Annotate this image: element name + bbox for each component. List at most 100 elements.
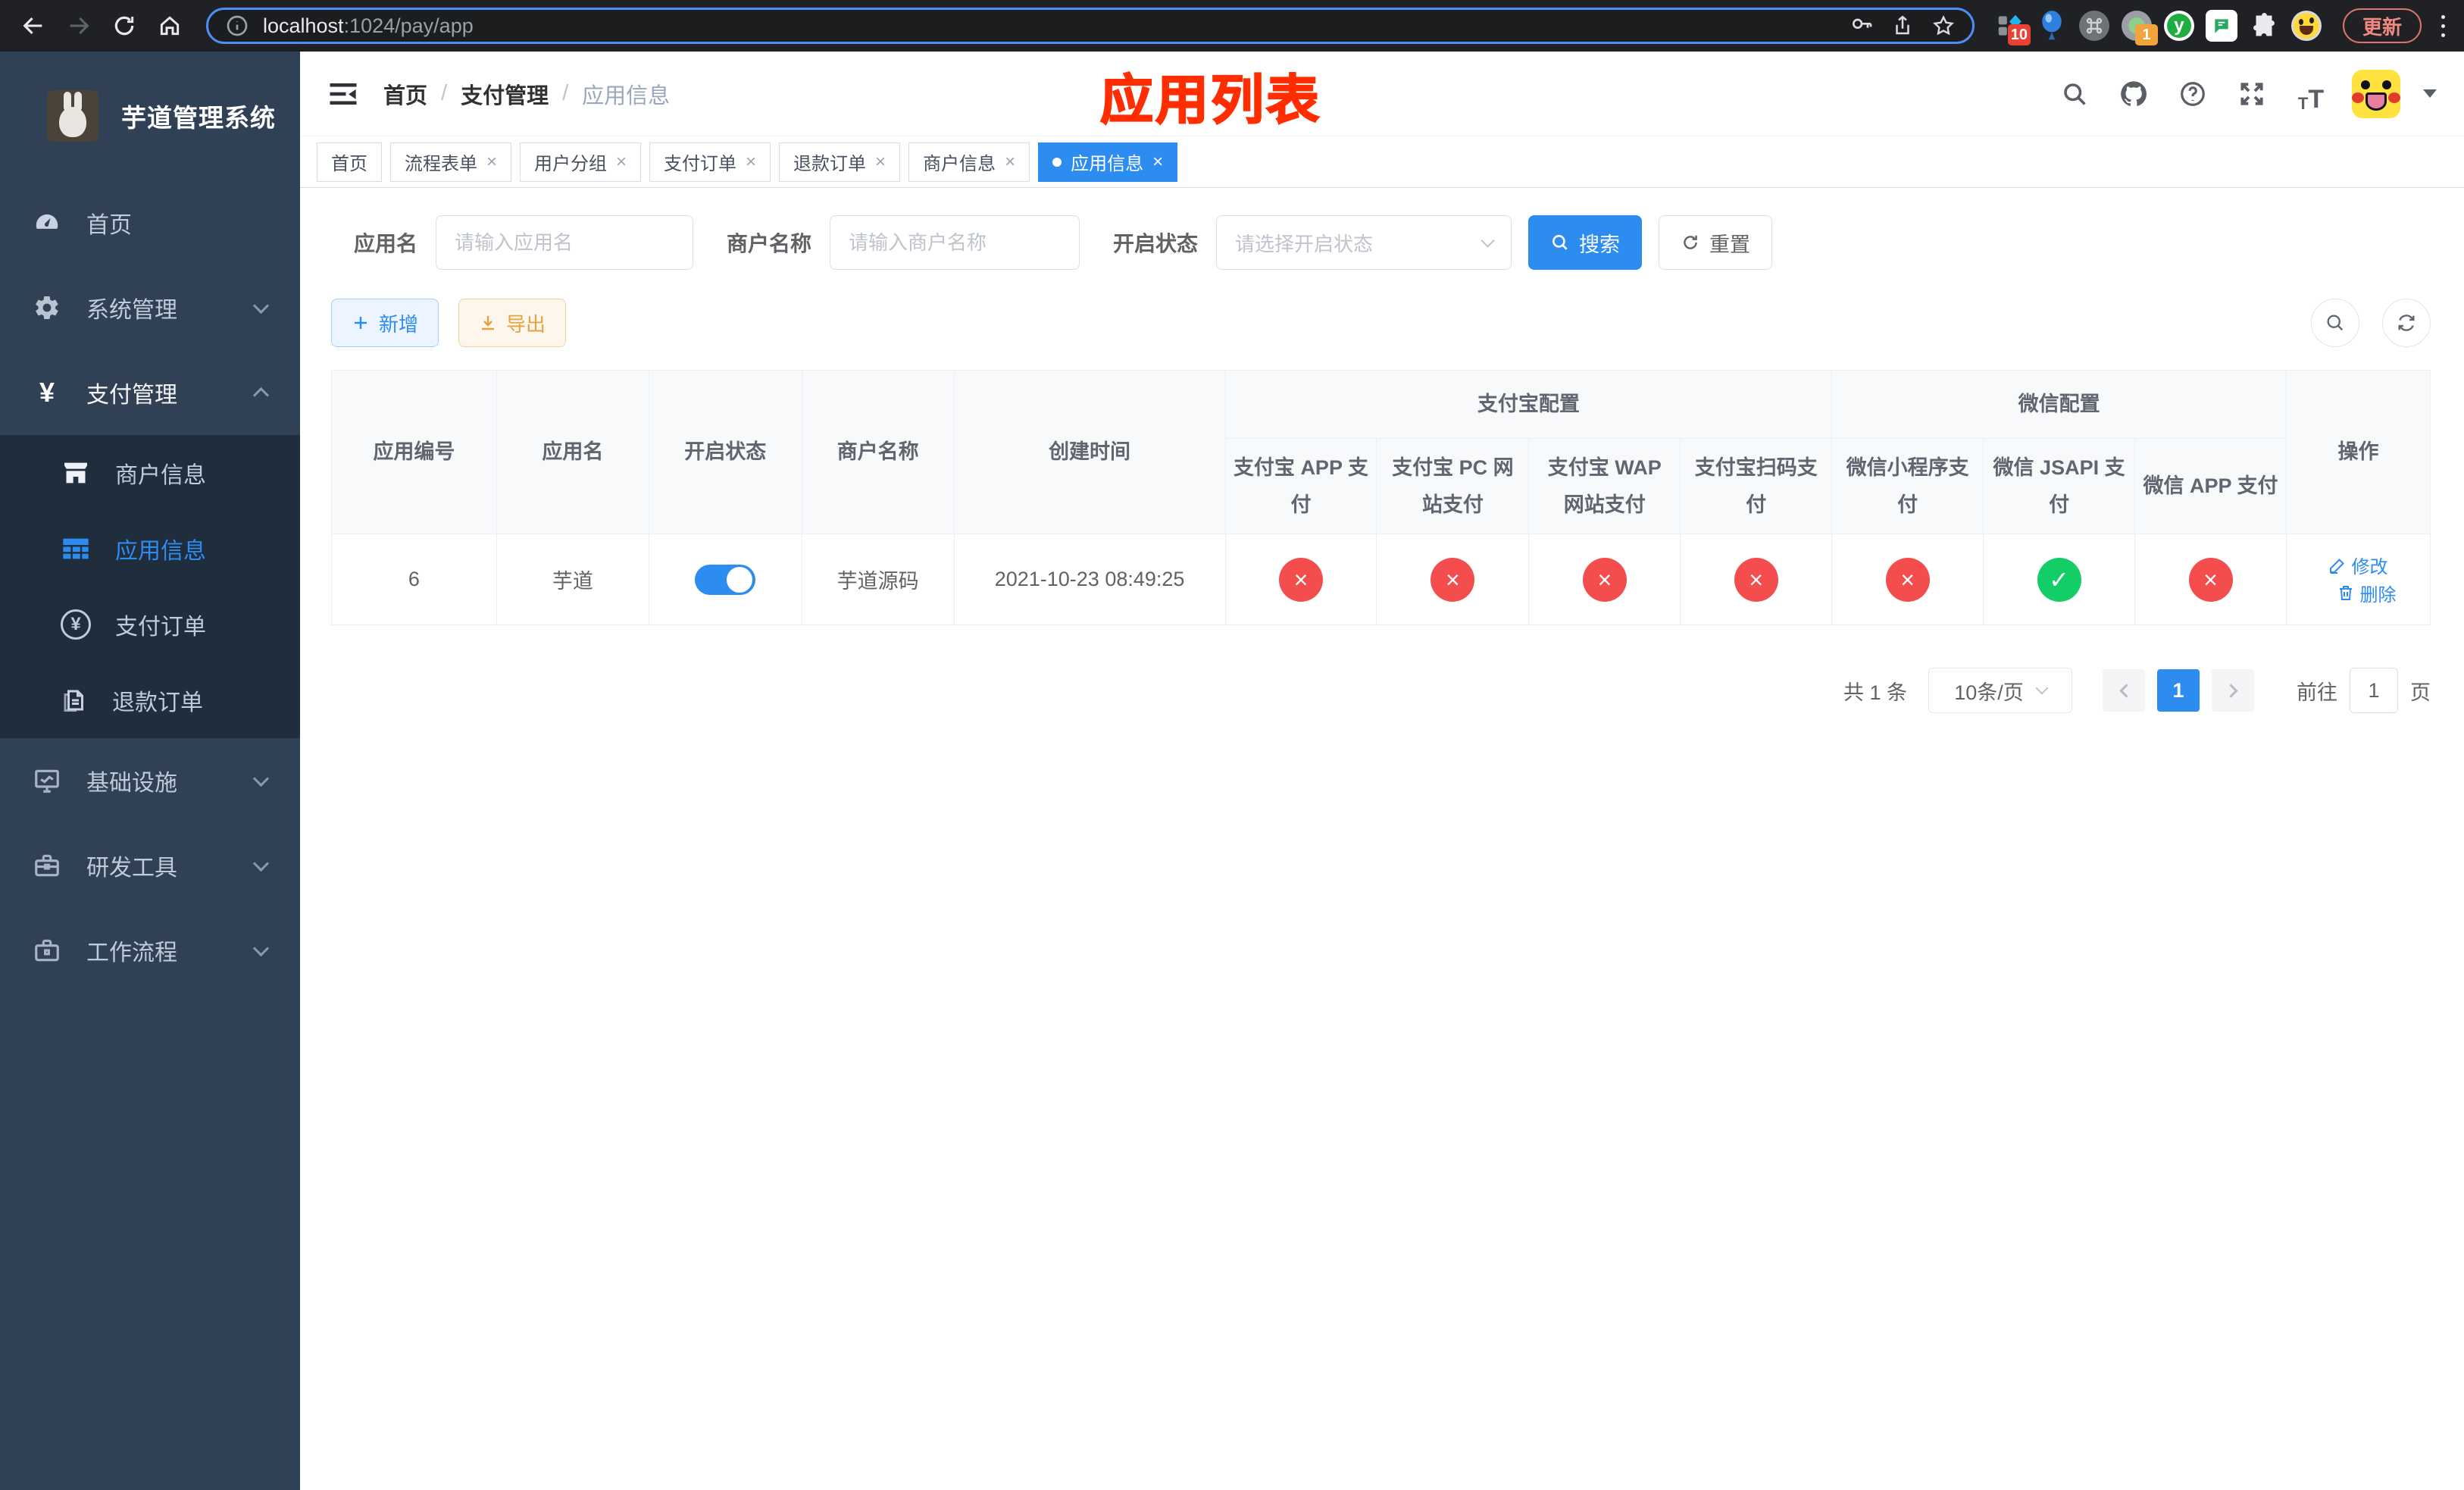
extension-recorder-icon[interactable]: 1 [2118, 8, 2158, 45]
tag-merchant-info[interactable]: 商户信息 × [908, 142, 1030, 182]
url-text[interactable]: localhost:1024/pay/app [263, 14, 1836, 38]
password-key-icon[interactable] [1846, 11, 1877, 41]
github-icon[interactable] [2115, 76, 2152, 112]
sidebar-item-workflow[interactable]: 工作流程 [0, 908, 300, 993]
tag-close-icon[interactable]: × [1005, 152, 1015, 171]
sidebar-item-pay-orders[interactable]: ¥ 支付订单 [0, 587, 300, 662]
cell-actions: 修改 删除 [2285, 534, 2431, 626]
extension-command-icon[interactable] [2076, 8, 2112, 44]
edit-link[interactable]: 修改 [2328, 552, 2387, 578]
extension-balloon-icon[interactable] [2034, 8, 2070, 44]
status-alipay-wap: × [1582, 557, 1627, 602]
app-table: 应用编号 应用名 开启状态 商户名称 创建时间 支付宝配置 微信配置 操作 支付… [331, 369, 2431, 626]
extension-y-icon[interactable]: y [2161, 8, 2197, 44]
extension-emoji-icon[interactable] [2288, 8, 2325, 44]
breadcrumb-home[interactable]: 首页 [383, 78, 427, 110]
navbar: 首页 / 支付管理 / 应用信息 应用列表 T T [300, 52, 2464, 136]
page-content: 应用名 商户名称 开启状态 请选择开启状态 搜索 [300, 188, 2464, 1490]
tag-close-icon[interactable]: × [616, 152, 627, 171]
tag-process-form[interactable]: 流程表单 × [390, 142, 512, 182]
app-logo[interactable]: 芋道管理系统 [0, 52, 300, 180]
logo-rabbit-image [47, 90, 98, 142]
forward-icon[interactable] [59, 6, 98, 45]
cell-merchant: 芋道源码 [801, 534, 955, 626]
sidebar-item-infrastructure[interactable]: 基础设施 [0, 738, 300, 823]
tag-home[interactable]: 首页 [317, 142, 382, 182]
merchant-name-input[interactable] [830, 215, 1080, 270]
breadcrumb: 首页 / 支付管理 / 应用信息 [383, 78, 670, 110]
sidebar-item-dev-tools[interactable]: 研发工具 [0, 823, 300, 908]
tag-user-group[interactable]: 用户分组 × [520, 142, 642, 182]
back-icon[interactable] [14, 6, 53, 45]
tag-close-icon[interactable]: × [1152, 152, 1163, 171]
site-info-icon[interactable] [222, 11, 252, 41]
add-button[interactable]: 新增 [331, 299, 439, 347]
reset-button[interactable]: 重置 [1659, 215, 1773, 270]
sidebar-item-label: 基础设施 [86, 771, 177, 796]
browser-update-button[interactable]: 更新 [2342, 8, 2422, 43]
export-button[interactable]: 导出 [458, 299, 567, 347]
monitor-icon [30, 766, 64, 795]
breadcrumb-current: 应用信息 [582, 83, 671, 108]
sidebar-item-payment[interactable]: ¥ 支付管理 [0, 350, 300, 435]
sidebar-item-app-info[interactable]: 应用信息 [0, 511, 300, 587]
table-search-button[interactable] [2311, 299, 2359, 347]
page-number-1[interactable]: 1 [2157, 669, 2200, 712]
prev-page-button[interactable] [2103, 669, 2145, 712]
browser-menu-icon[interactable] [2435, 9, 2450, 42]
goto-page-input[interactable] [2350, 668, 2398, 714]
plus-icon [355, 317, 367, 329]
next-page-button[interactable] [2212, 669, 2254, 712]
grid-icon [61, 534, 91, 564]
tag-close-icon[interactable]: × [875, 152, 886, 171]
tag-close-icon[interactable]: × [746, 152, 756, 171]
sidebar-item-label: 工作流程 [86, 941, 177, 966]
sidebar-item-system[interactable]: 系统管理 [0, 265, 300, 350]
bookmark-star-icon[interactable] [1928, 11, 1959, 41]
font-size-icon[interactable]: TT [2293, 76, 2329, 112]
sidebar-item-label: 研发工具 [86, 856, 177, 881]
avatar-caret-icon[interactable] [2423, 89, 2437, 98]
delete-link[interactable]: 删除 [2337, 580, 2396, 606]
tag-refund-orders[interactable]: 退款订单 × [779, 142, 901, 182]
avatar[interactable] [2352, 69, 2400, 118]
table-row: 6 芋道 芋道源码 2021-10-23 08:49:25 × × × × × [331, 534, 2431, 626]
help-icon[interactable] [2175, 76, 2211, 112]
breadcrumb-payment[interactable]: 支付管理 [461, 78, 549, 110]
search-icon[interactable] [2056, 76, 2093, 112]
fullscreen-icon[interactable] [2234, 76, 2270, 112]
browser-chrome: localhost:1024/pay/app 10 1 y 更新 [0, 0, 2464, 52]
tag-app-info[interactable]: 应用信息 × [1038, 142, 1178, 182]
extension-chat-icon[interactable] [2203, 8, 2240, 44]
page-size-select[interactable]: 10条/页 [1928, 668, 2072, 714]
app-name-input[interactable] [436, 215, 694, 270]
sidebar-item-home[interactable]: 首页 [0, 180, 300, 265]
status-wx-app: × [2188, 557, 2233, 602]
sidebar-fold-icon[interactable] [327, 78, 359, 110]
tag-pay-orders[interactable]: 支付订单 × [649, 142, 771, 182]
sidebar-item-refund-orders[interactable]: 退款订单 [0, 662, 300, 738]
status-wx-mini: × [1885, 557, 1930, 602]
table-toolbar: 新增 导出 [331, 299, 2431, 347]
sidebar-item-label: 支付订单 [115, 615, 206, 640]
tag-close-icon[interactable]: × [486, 152, 497, 171]
gear-icon [30, 294, 64, 321]
enabled-status-select[interactable]: 请选择开启状态 [1216, 215, 1512, 270]
address-bar[interactable]: localhost:1024/pay/app [206, 8, 1975, 44]
share-icon[interactable] [1887, 11, 1918, 41]
sidebar-item-merchant-info[interactable]: 商户信息 [0, 435, 300, 511]
table-refresh-button[interactable] [2382, 299, 2431, 347]
goto-label: 前往 [2297, 681, 2337, 704]
extension-grid-icon[interactable]: 10 [1991, 8, 2031, 45]
reload-icon[interactable] [105, 6, 144, 45]
refresh-icon [1684, 235, 1697, 249]
search-button[interactable]: 搜索 [1528, 215, 1643, 270]
cell-app-name: 芋道 [496, 534, 649, 626]
extension-badge: 10 [2007, 24, 2031, 45]
enabled-toggle[interactable] [695, 564, 756, 595]
cell-alipay-app: × [1224, 534, 1377, 626]
home-icon[interactable] [150, 6, 189, 45]
col-created: 创建时间 [953, 369, 1226, 535]
col-alipay-wap: 支付宝 WAP 网站支付 [1528, 437, 1681, 535]
extensions-puzzle-icon[interactable] [2246, 8, 2282, 44]
